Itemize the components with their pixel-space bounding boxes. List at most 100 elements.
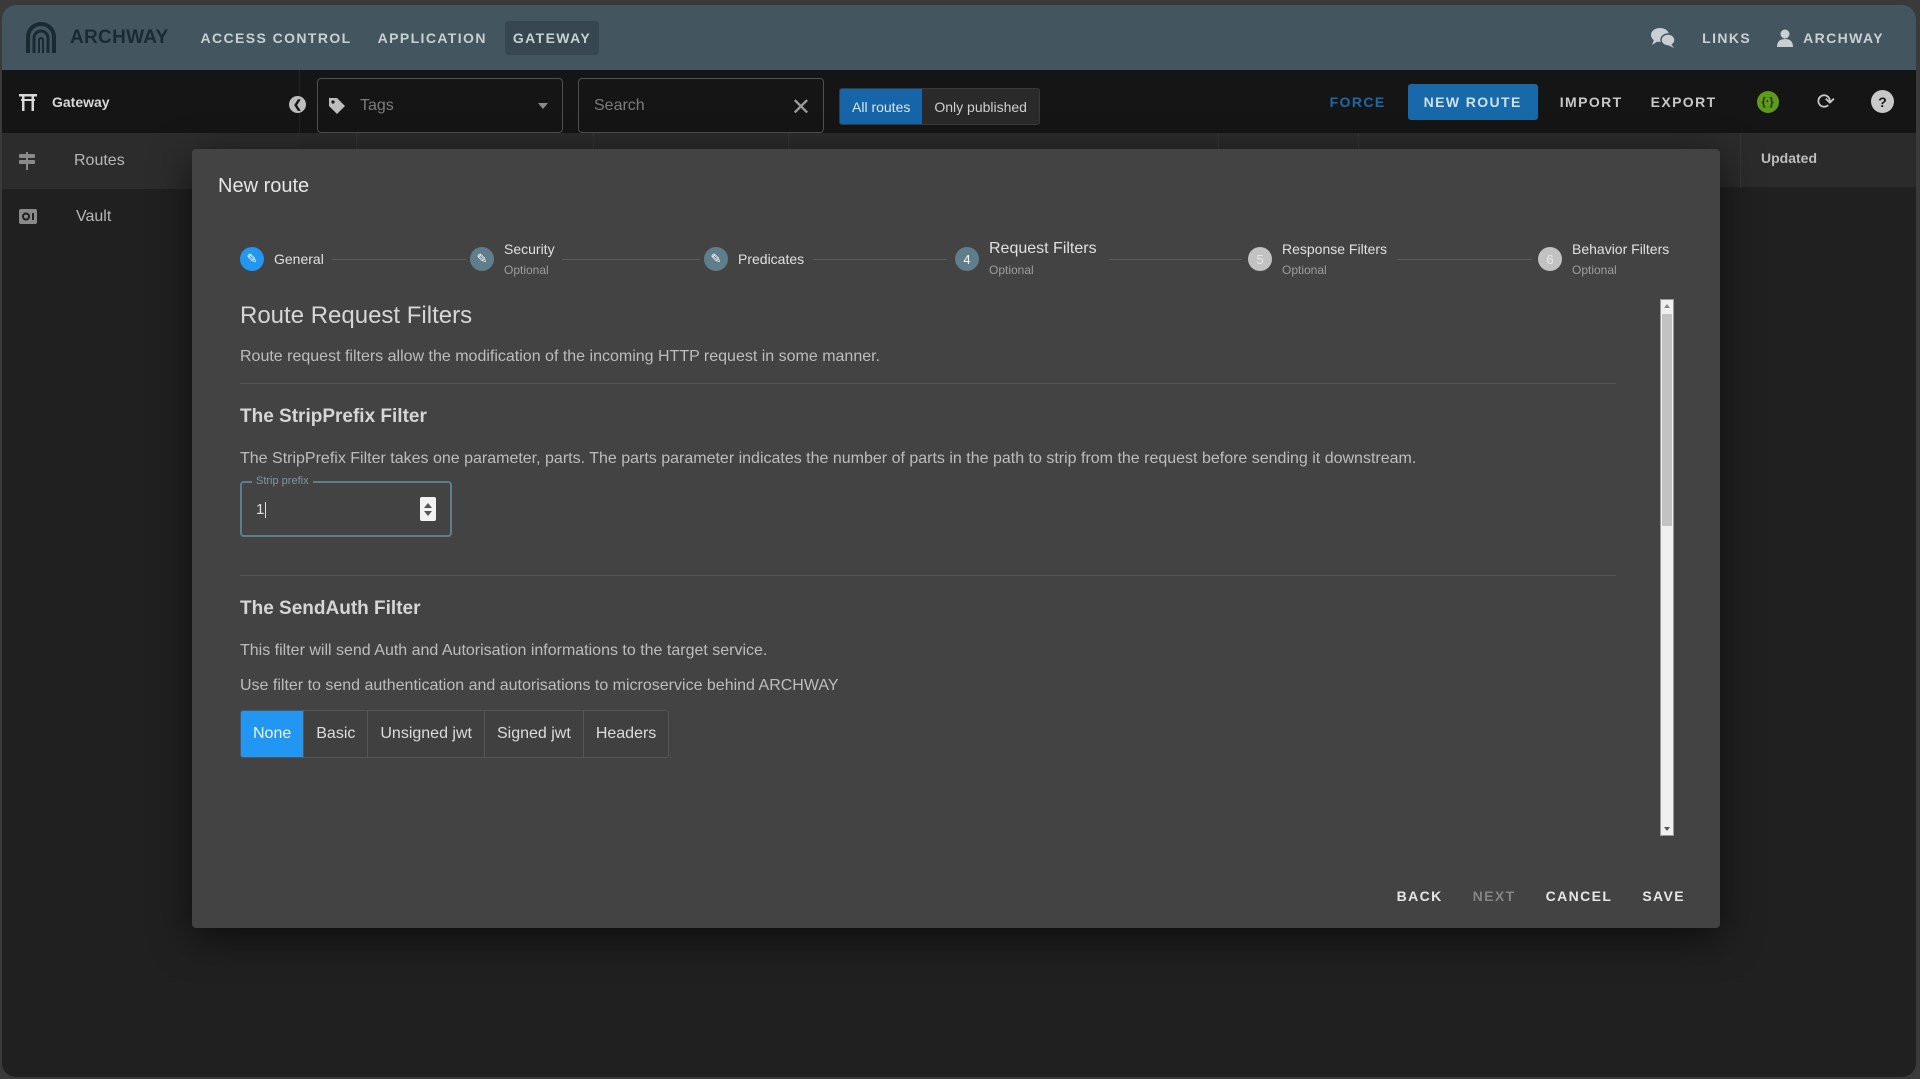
step-optional-label: Optional (504, 263, 549, 277)
links-menu[interactable]: LINKS (1702, 30, 1751, 46)
step-number: 5 (1248, 247, 1272, 271)
archway-logo-icon (26, 21, 56, 53)
strip-prefix-field[interactable]: Strip prefix 1 (240, 475, 452, 537)
step-label: Behavior Filters (1572, 241, 1670, 257)
step-connector (562, 259, 700, 260)
column-header-updated[interactable]: Updated (1761, 150, 1817, 166)
top-bar: ARCHWAY ACCESS CONTROL APPLICATION GATEW… (2, 5, 1916, 70)
step-request-filters[interactable]: 4 Request Filters Optional (955, 239, 1097, 277)
user-icon (1777, 29, 1794, 47)
toggle-all-routes[interactable]: All routes (840, 89, 923, 124)
section-title: Route Request Filters (240, 302, 473, 329)
send-auth-title: The SendAuth Filter (240, 598, 421, 619)
user-menu[interactable]: ARCHWAY (1777, 29, 1884, 47)
back-button[interactable]: BACK (1382, 880, 1458, 912)
nav-access-control[interactable]: ACCESS CONTROL (193, 21, 360, 55)
auth-option-headers[interactable]: Headers (582, 711, 669, 757)
nav-application[interactable]: APPLICATION (370, 21, 495, 55)
new-route-dialog: New route ✎ General ✎ Security Optional … (192, 149, 1720, 928)
strip-prefix-description: The StripPrefix Filter takes one paramet… (240, 450, 1417, 467)
auth-option-unsigned-jwt[interactable]: Unsigned jwt (367, 711, 484, 757)
clear-search-icon[interactable]: ✕ (791, 93, 811, 122)
table-column-divider (1740, 133, 1741, 188)
decrement-icon[interactable] (424, 510, 432, 516)
nav-gateway[interactable]: GATEWAY (504, 20, 600, 55)
app-window: ARCHWAY ACCESS CONTROL APPLICATION GATEW… (2, 5, 1916, 1077)
gateway-torii-icon (19, 93, 37, 111)
divider (240, 383, 1616, 384)
dialog-title: New route (218, 175, 310, 197)
top-right-menu: LINKS ARCHWAY (1650, 27, 1884, 49)
increment-icon[interactable] (424, 502, 432, 508)
cancel-button[interactable]: CANCEL (1531, 880, 1628, 912)
toggle-only-published[interactable]: Only published (922, 89, 1039, 124)
logo[interactable]: ARCHWAY (24, 21, 169, 55)
section-header: Gateway (2, 70, 300, 133)
section-description: Route request filters allow the modifica… (240, 348, 881, 365)
sidebar-item-label: Vault (76, 208, 112, 225)
vault-icon (19, 209, 37, 224)
route-filter-toggle: All routes Only published (839, 88, 1040, 125)
new-route-button[interactable]: NEW ROUTE (1407, 83, 1538, 120)
export-button[interactable]: EXPORT (1637, 94, 1731, 110)
step-label: Security (504, 241, 555, 257)
step-label: Request Filters (989, 240, 1097, 257)
import-button[interactable]: IMPORT (1546, 94, 1637, 110)
help-icon[interactable]: ? (1871, 90, 1894, 113)
step-optional-label: Optional (989, 263, 1034, 277)
tags-placeholder: Tags (360, 96, 394, 114)
scroll-up-icon[interactable] (1664, 304, 1670, 308)
caret-down-icon (538, 103, 548, 109)
sidebar-item-label: Routes (74, 152, 125, 169)
strip-prefix-title: The StripPrefix Filter (240, 406, 427, 427)
pencil-icon: ✎ (240, 247, 264, 271)
signpost-icon (19, 152, 35, 170)
save-button[interactable]: SAVE (1627, 880, 1700, 912)
pencil-icon: ✎ (704, 247, 728, 271)
step-label: Predicates (738, 251, 805, 267)
step-optional-label: Optional (1282, 263, 1327, 277)
content-scrollbar[interactable] (1660, 299, 1674, 836)
step-connector (813, 259, 947, 260)
chat-icon[interactable] (1650, 27, 1676, 49)
top-nav: ACCESS CONTROL APPLICATION GATEWAY (193, 20, 600, 55)
stepper: ✎ General ✎ Security Optional ✎ Predicat… (240, 239, 1675, 289)
step-behavior-filters[interactable]: 6 Behavior Filters Optional (1538, 239, 1669, 277)
strip-prefix-label: Strip prefix (252, 475, 313, 487)
toolbar: Gateway ❮ Tags ✕ All routes Only publish… (2, 70, 1916, 133)
auth-option-signed-jwt[interactable]: Signed jwt (483, 711, 583, 757)
dialog-actions: BACK NEXT CANCEL SAVE (1382, 880, 1700, 912)
next-button[interactable]: NEXT (1458, 880, 1531, 912)
scrollbar-thumb[interactable] (1662, 314, 1672, 526)
step-response-filters[interactable]: 5 Response Filters Optional (1248, 239, 1387, 277)
search-field[interactable]: ✕ (578, 78, 824, 133)
step-connector (1109, 259, 1242, 260)
force-button[interactable]: FORCE (1316, 94, 1400, 110)
step-security[interactable]: ✎ Security Optional (470, 239, 555, 277)
send-auth-type-selector: None Basic Unsigned jwt Signed jwt Heade… (240, 710, 670, 758)
step-predicates[interactable]: ✎ Predicates (704, 239, 804, 271)
step-general[interactable]: ✎ General (240, 239, 324, 271)
send-auth-usage: Use filter to send authentication and au… (240, 677, 839, 694)
number-spinner[interactable] (420, 497, 436, 521)
search-input[interactable] (594, 96, 774, 115)
scroll-down-icon[interactable] (1664, 827, 1670, 831)
chevron-left-icon: ❮ (292, 99, 303, 111)
step-label: General (274, 251, 324, 267)
refresh-icon[interactable]: ⟳ (1817, 89, 1835, 115)
tags-select[interactable]: Tags (317, 78, 563, 133)
toolbar-actions: FORCE NEW ROUTE IMPORT EXPORT {·} ⟳ ? (1316, 70, 1894, 133)
section-label: Gateway (52, 93, 110, 110)
step-connector (1397, 259, 1532, 260)
auth-option-basic[interactable]: Basic (303, 711, 368, 757)
step-connector (332, 259, 466, 260)
api-braces-icon[interactable]: {·} (1756, 90, 1779, 113)
step-number: 6 (1538, 247, 1562, 271)
strip-prefix-input[interactable]: 1 (256, 501, 267, 519)
divider (240, 575, 1616, 576)
auth-option-none[interactable]: None (241, 711, 304, 757)
step-optional-label: Optional (1572, 263, 1617, 277)
app-name: ARCHWAY (70, 26, 169, 48)
collapse-sidebar-button[interactable]: ❮ (289, 96, 306, 113)
pencil-icon: ✎ (470, 247, 494, 271)
